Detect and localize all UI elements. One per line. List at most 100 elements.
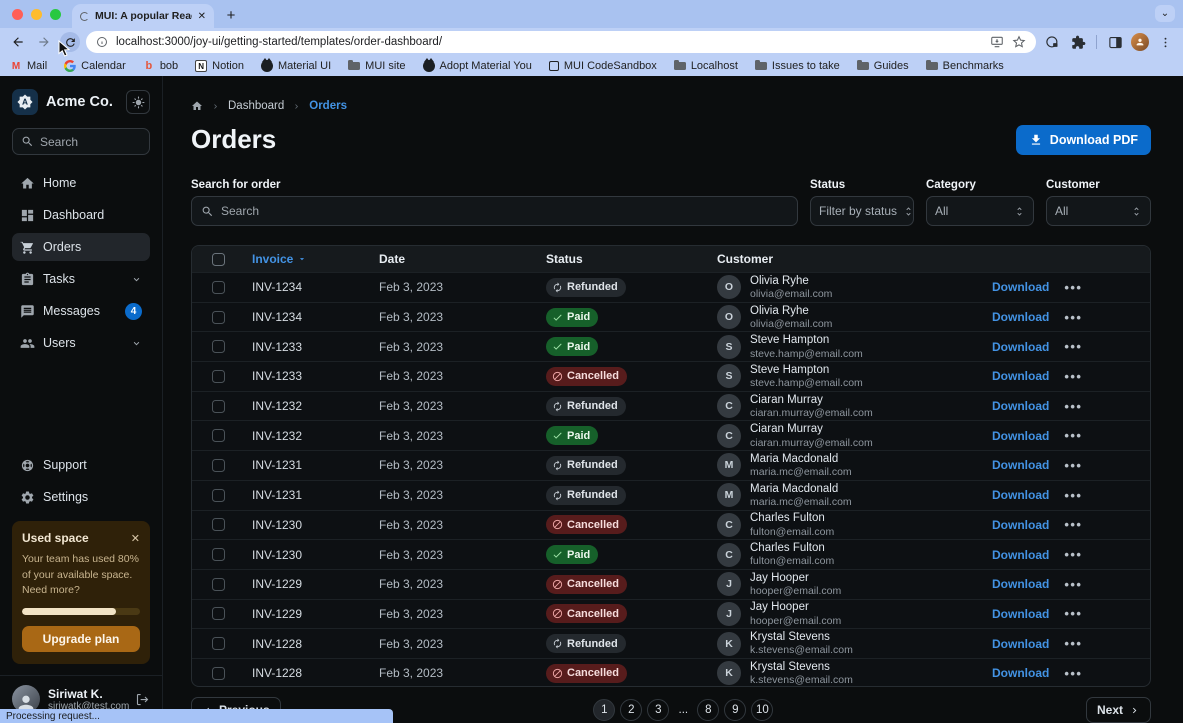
breadcrumb-dashboard[interactable]: Dashboard (228, 100, 284, 112)
download-link[interactable]: Download (992, 518, 1049, 532)
url-bar[interactable]: localhost:3000/joy-ui/getting-started/te… (86, 31, 1036, 53)
bookmark-item[interactable]: Mail (10, 60, 47, 72)
row-menu-icon[interactable]: ••• (1064, 606, 1082, 621)
bookmark-item[interactable]: MUI CodeSandbox (549, 60, 657, 72)
extensions-icon[interactable] (1068, 32, 1088, 52)
download-link[interactable]: Download (992, 577, 1049, 591)
category-filter-select[interactable]: All (926, 196, 1034, 226)
download-link[interactable]: Download (992, 607, 1049, 621)
bookmark-item[interactable]: Issues to take (755, 60, 840, 72)
breadcrumb-home-icon[interactable] (191, 100, 203, 112)
row-checkbox[interactable] (212, 370, 225, 383)
row-checkbox[interactable] (212, 400, 225, 413)
next-page-button[interactable]: Next (1086, 697, 1151, 723)
row-menu-icon[interactable]: ••• (1064, 369, 1082, 384)
site-info-icon[interactable] (96, 36, 108, 48)
sidebar-item-tasks[interactable]: Tasks (12, 265, 150, 293)
row-menu-icon[interactable]: ••• (1064, 517, 1082, 532)
row-checkbox[interactable] (212, 459, 225, 472)
bookmark-star-icon[interactable] (1012, 35, 1026, 49)
used-space-close-icon[interactable]: ✕ (131, 532, 140, 545)
download-link[interactable]: Download (992, 429, 1049, 443)
row-checkbox[interactable] (212, 489, 225, 502)
logout-icon[interactable] (135, 692, 150, 707)
page-button-3[interactable]: 3 (647, 699, 669, 721)
row-menu-icon[interactable]: ••• (1064, 547, 1082, 562)
bookmark-item[interactable]: Guides (857, 60, 909, 72)
row-menu-icon[interactable]: ••• (1064, 577, 1082, 592)
sidebar-item-home[interactable]: Home (12, 169, 150, 197)
bookmark-item[interactable]: Localhost (674, 60, 738, 72)
new-tab-button[interactable]: + (220, 4, 242, 26)
profile-avatar[interactable] (1131, 33, 1149, 51)
bookmark-item[interactable]: Adopt Material You (423, 60, 532, 72)
column-header-invoice[interactable]: Invoice (240, 252, 379, 266)
download-link[interactable]: Download (992, 488, 1049, 502)
minimize-window-button[interactable] (31, 9, 42, 20)
row-menu-icon[interactable]: ••• (1064, 636, 1082, 651)
row-checkbox[interactable] (212, 518, 225, 531)
download-link[interactable]: Download (992, 369, 1049, 383)
row-menu-icon[interactable]: ••• (1064, 458, 1082, 473)
row-menu-icon[interactable]: ••• (1064, 488, 1082, 503)
sidebar-item-dashboard[interactable]: Dashboard (12, 201, 150, 229)
download-link[interactable]: Download (992, 458, 1049, 472)
maximize-window-button[interactable] (50, 9, 61, 20)
row-checkbox[interactable] (212, 281, 225, 294)
bookmark-item[interactable]: MUI site (348, 60, 405, 72)
browser-menu-icon[interactable] (1155, 32, 1175, 52)
url-text[interactable]: localhost:3000/joy-ui/getting-started/te… (116, 36, 982, 48)
download-link[interactable]: Download (992, 637, 1049, 651)
download-link[interactable]: Download (992, 399, 1049, 413)
download-link[interactable]: Download (992, 280, 1049, 294)
download-pdf-button[interactable]: Download PDF (1016, 125, 1151, 155)
row-menu-icon[interactable]: ••• (1064, 666, 1082, 681)
forward-button[interactable] (34, 32, 54, 52)
brand-logo-icon[interactable] (12, 89, 38, 115)
bookmark-item[interactable]: Material UI (261, 60, 331, 72)
sidebar-item-orders[interactable]: Orders (12, 233, 150, 261)
sidebar-search-input[interactable]: Search (12, 128, 150, 155)
row-checkbox[interactable] (212, 311, 225, 324)
row-checkbox[interactable] (212, 667, 225, 680)
row-menu-icon[interactable]: ••• (1064, 428, 1082, 443)
password-extension-icon[interactable] (1042, 32, 1062, 52)
bookmark-item[interactable]: Calendar (64, 60, 126, 72)
side-panel-icon[interactable] (1105, 32, 1125, 52)
order-search-input[interactable]: Search (191, 196, 798, 226)
page-button-8[interactable]: 8 (697, 699, 719, 721)
row-menu-icon[interactable]: ••• (1064, 339, 1082, 354)
tab-list-chevron-icon[interactable]: ⌄ (1155, 5, 1175, 22)
row-menu-icon[interactable]: ••• (1064, 399, 1082, 414)
row-checkbox[interactable] (212, 607, 225, 620)
customer-filter-select[interactable]: All (1046, 196, 1151, 226)
tab-close-icon[interactable]: ✕ (198, 11, 206, 22)
select-all-checkbox[interactable] (212, 253, 225, 266)
sidebar-item-settings[interactable]: Settings (12, 483, 150, 511)
install-icon[interactable] (990, 35, 1004, 49)
row-menu-icon[interactable]: ••• (1064, 280, 1082, 295)
row-checkbox[interactable] (212, 429, 225, 442)
theme-toggle-button[interactable] (126, 90, 150, 114)
row-checkbox[interactable] (212, 548, 225, 561)
download-link[interactable]: Download (992, 310, 1049, 324)
status-filter-select[interactable]: Filter by status (810, 196, 914, 226)
download-link[interactable]: Download (992, 340, 1049, 354)
page-button-10[interactable]: 10 (751, 699, 773, 721)
bookmark-item[interactable]: Benchmarks (926, 60, 1004, 72)
upgrade-plan-button[interactable]: Upgrade plan (22, 626, 140, 652)
row-checkbox[interactable] (212, 637, 225, 650)
page-button-1[interactable]: 1 (593, 699, 615, 721)
breadcrumb-orders[interactable]: Orders (309, 100, 347, 112)
page-button-9[interactable]: 9 (724, 699, 746, 721)
sidebar-item-support[interactable]: Support (12, 451, 150, 479)
row-menu-icon[interactable]: ••• (1064, 310, 1082, 325)
sidebar-item-users[interactable]: Users (12, 329, 150, 357)
browser-tab[interactable]: MUI: A popular React UI fram ✕ (72, 4, 214, 28)
page-button-2[interactable]: 2 (620, 699, 642, 721)
sidebar-item-messages[interactable]: Messages 4 (12, 297, 150, 325)
bookmark-item[interactable]: bob (143, 60, 178, 72)
back-button[interactable] (8, 32, 28, 52)
download-link[interactable]: Download (992, 548, 1049, 562)
bookmark-item[interactable]: Notion (195, 60, 244, 72)
